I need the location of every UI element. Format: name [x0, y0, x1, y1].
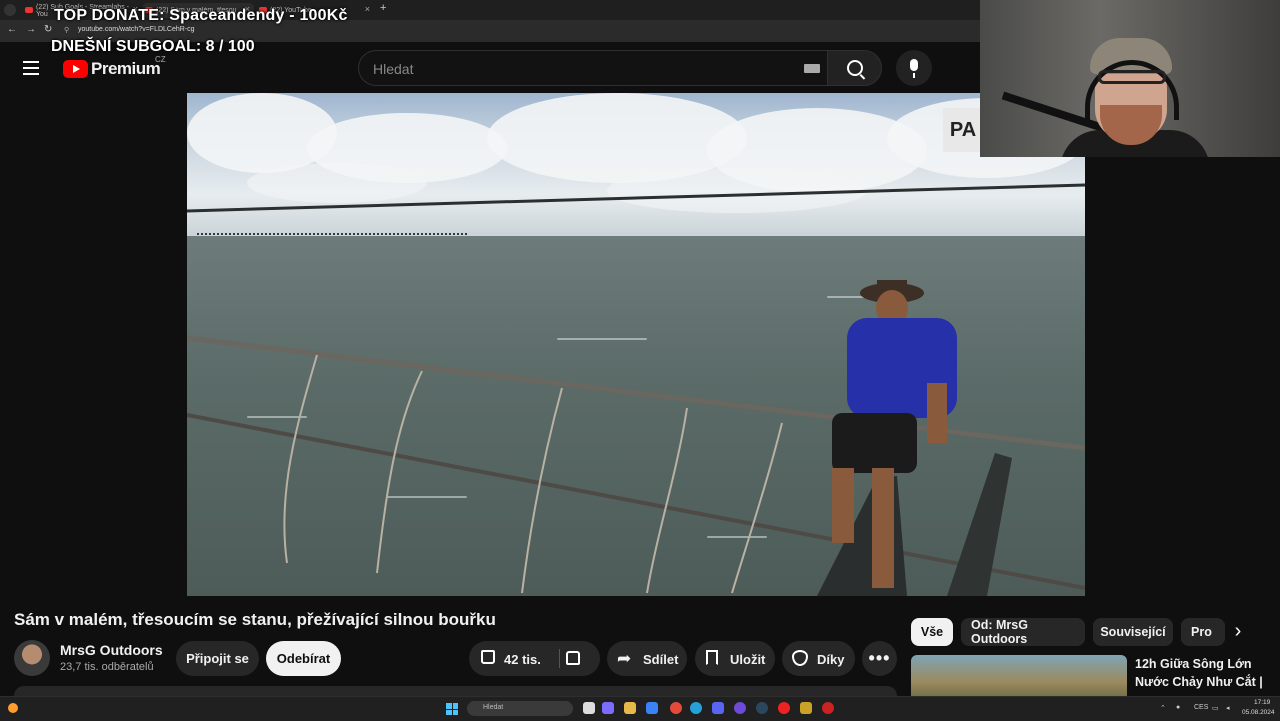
url-field[interactable]: youtube.com/watch?v=FLDLCehR-cg — [78, 26, 195, 33]
channel-name[interactable]: MrsG Outdoors — [60, 642, 163, 658]
voice-search-icon[interactable] — [896, 50, 932, 86]
discord-icon[interactable] — [712, 702, 724, 714]
volume-icon[interactable]: ◂ — [1226, 704, 1230, 712]
forward-icon[interactable]: → — [26, 24, 36, 35]
thumbs-down-icon[interactable] — [566, 651, 580, 665]
video-player[interactable] — [187, 93, 1085, 596]
file-explorer-icon[interactable] — [624, 702, 636, 714]
windows-taskbar: Hledat ⌃ ● CES ▭ ◂ 17:19 05.08.2024 — [0, 696, 1280, 721]
obs-icon[interactable] — [778, 702, 790, 714]
boat-scene — [187, 183, 1085, 596]
search-button[interactable] — [827, 50, 882, 86]
chip-from-channel[interactable]: Od: MrsG Outdoors — [961, 618, 1085, 646]
steam-icon[interactable] — [756, 702, 768, 714]
app-icon-4[interactable] — [822, 702, 834, 714]
recommended-video-title[interactable]: 12h Giữa Sông Lớn — [1135, 657, 1252, 671]
more-actions-button[interactable]: ••• — [862, 641, 897, 676]
video-title: Sám v malém, třesoucím se stanu, přežíva… — [14, 610, 496, 629]
top-donate-overlay: TOP DONATE: Spaceandendy - 100Kč — [54, 7, 348, 24]
edge-icon[interactable] — [690, 702, 702, 714]
windows-start-icon[interactable] — [446, 703, 458, 715]
streamer-webcam — [980, 0, 1280, 157]
new-tab-button[interactable]: + — [380, 2, 386, 14]
clock-date[interactable]: 05.08.2024 — [1242, 709, 1275, 716]
network-icon[interactable]: ▭ — [1212, 704, 1219, 712]
tab-menu-icon[interactable] — [4, 4, 16, 16]
subscribe-button[interactable]: Odebírat — [266, 641, 341, 676]
tray-expand-icon[interactable]: ⌃ — [1160, 704, 1166, 712]
app-icon-3[interactable] — [800, 702, 812, 714]
overlay-badge: PA — [943, 108, 983, 152]
youtube-premium-logo[interactable]: Premium CZ — [63, 55, 166, 79]
youtube-favicon-icon — [25, 7, 33, 13]
search-input[interactable]: Hledat — [358, 50, 828, 86]
keyboard-icon[interactable] — [804, 64, 820, 73]
task-view-icon[interactable] — [583, 702, 595, 714]
recording-icon[interactable] — [8, 703, 18, 713]
channel-avatar[interactable] — [14, 640, 50, 676]
tray-icon[interactable]: ● — [1176, 704, 1180, 711]
subgoal-overlay: DNEŠNÍ SUBGOAL: 8 / 100 — [51, 38, 255, 55]
chip-for-you[interactable]: Pro — [1181, 618, 1225, 646]
app-icon-2[interactable] — [734, 702, 746, 714]
close-tab-icon[interactable]: × — [365, 4, 370, 14]
chrome-icon[interactable] — [670, 702, 682, 714]
share-button[interactable]: ➦ Sdílet — [607, 641, 687, 676]
subscriber-count: 23,7 tis. odběratelů — [60, 661, 154, 673]
reload-icon[interactable]: ↻ — [44, 24, 52, 35]
recommended-video-thumbnail[interactable] — [911, 655, 1127, 700]
like-count[interactable]: 42 tis. — [504, 652, 541, 667]
super-thanks-icon — [792, 650, 808, 666]
chip-related[interactable]: Související — [1093, 618, 1173, 646]
language-indicator[interactable]: CES — [1194, 704, 1208, 711]
clock-time[interactable]: 17:19 — [1254, 699, 1270, 706]
site-info-icon[interactable]: ⚲ — [64, 26, 69, 34]
search-icon — [847, 60, 863, 76]
share-icon: ➦ — [617, 649, 632, 668]
chevron-right-icon[interactable]: › — [1226, 620, 1250, 644]
thanks-button[interactable]: Díky — [782, 641, 855, 676]
menu-icon[interactable] — [23, 61, 39, 75]
bookmark-icon — [706, 650, 718, 665]
mail-icon[interactable] — [646, 702, 658, 714]
app-icon[interactable] — [602, 702, 614, 714]
like-dislike-group: 42 tis. — [469, 641, 600, 676]
save-button[interactable]: Uložit — [695, 641, 775, 676]
join-button[interactable]: Připojit se — [176, 641, 259, 676]
recommended-video-title-line2[interactable]: Nước Chảy Như Cắt | — [1135, 675, 1263, 689]
chip-all[interactable]: Vše — [911, 618, 953, 646]
thumbs-up-icon[interactable] — [481, 650, 495, 664]
youtube-logo-icon — [63, 60, 88, 78]
taskbar-search-input[interactable]: Hledat — [467, 701, 573, 716]
back-icon[interactable]: ← — [7, 24, 17, 35]
